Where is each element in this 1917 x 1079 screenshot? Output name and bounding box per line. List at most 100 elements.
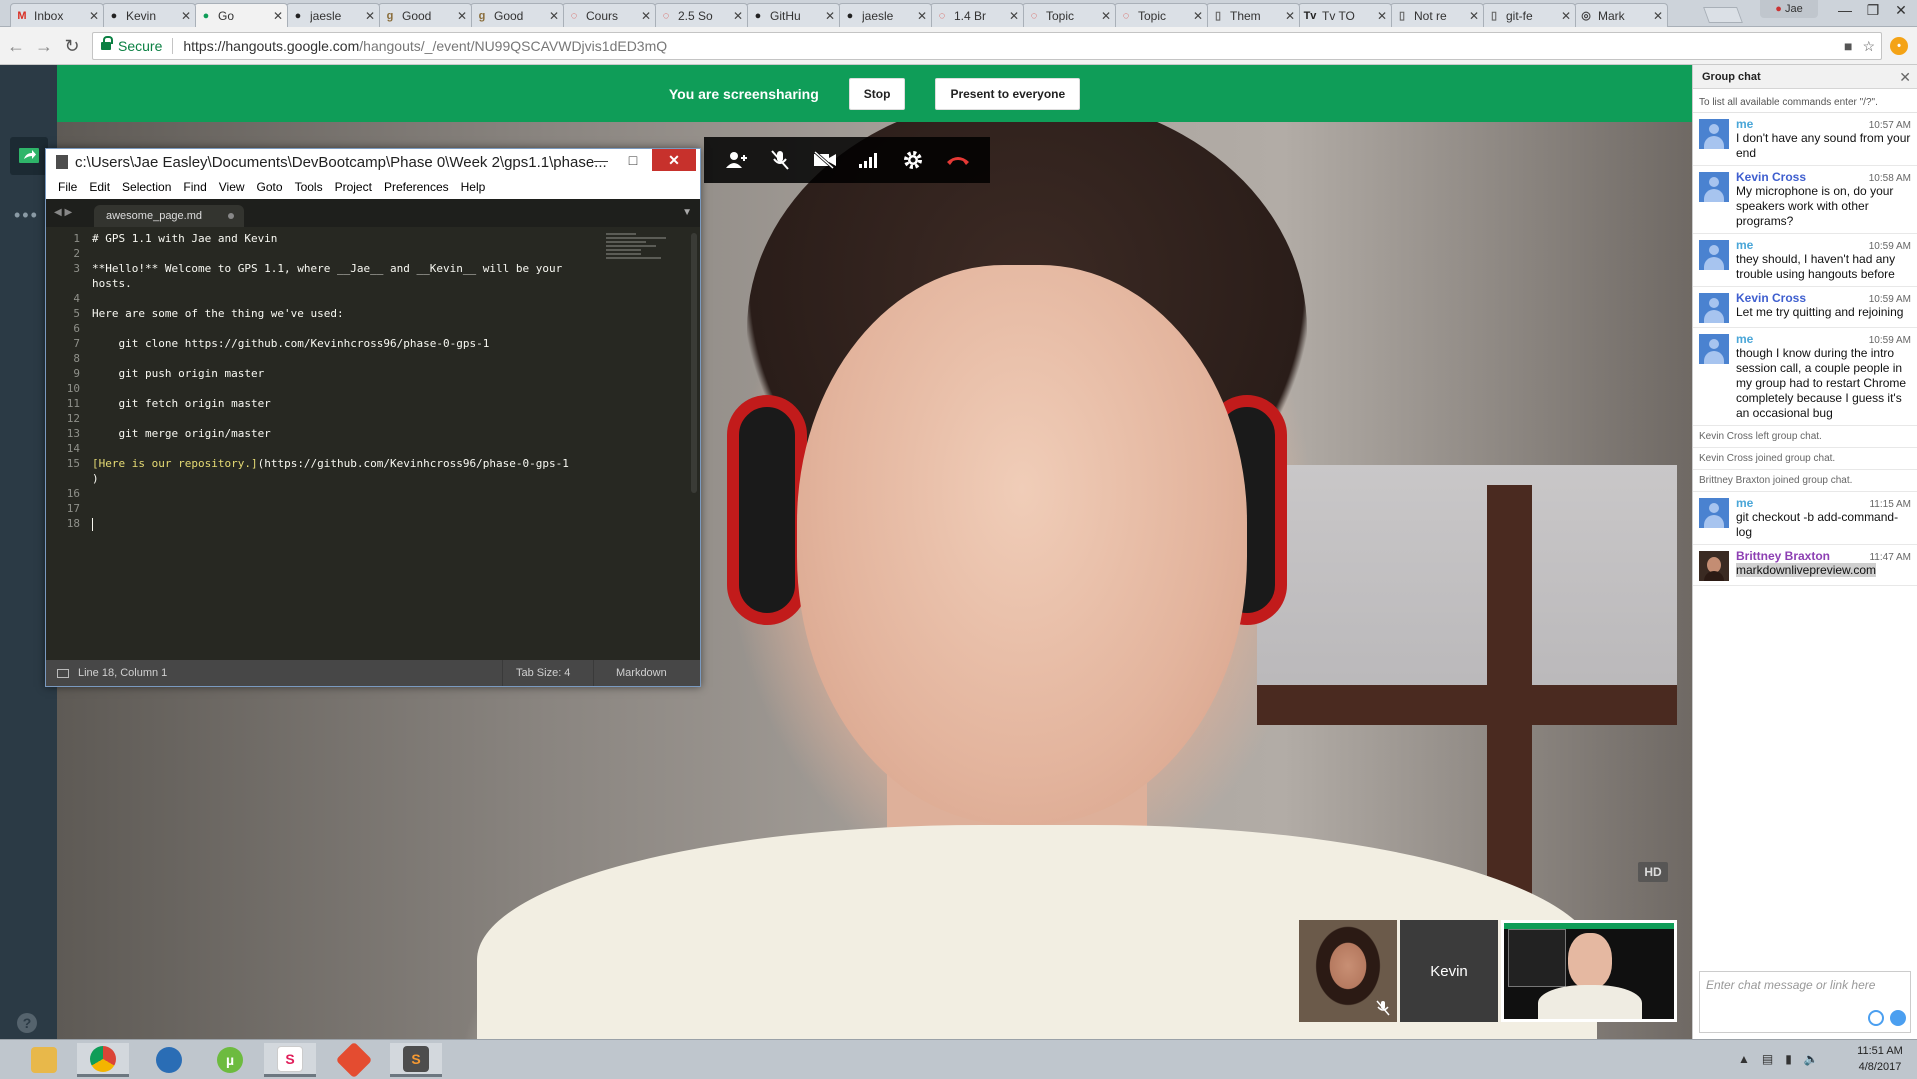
editor-menu-find[interactable]: Find — [177, 180, 212, 194]
browser-tab[interactable]: ▯ Not re ✕ — [1390, 3, 1484, 27]
browser-tab[interactable]: ▯ git-fe ✕ — [1482, 3, 1576, 27]
browser-tab[interactable]: ● Kevin ✕ — [102, 3, 196, 27]
browser-tab[interactable]: ◌ Topic ✕ — [1022, 3, 1116, 27]
editor-scrollbar[interactable] — [691, 233, 697, 493]
tab-size-selector[interactable]: Tab Size: 4 — [502, 660, 570, 686]
screenshare-toggle-button[interactable] — [10, 137, 48, 175]
taskbar-chrome[interactable] — [77, 1043, 129, 1077]
browser-tab[interactable]: Tv Tv TO ✕ — [1298, 3, 1392, 27]
close-window-button[interactable]: ✕ — [1884, 0, 1917, 20]
unsaved-dot-icon[interactable] — [228, 213, 234, 219]
syntax-selector[interactable]: Markdown — [593, 660, 667, 686]
editor-title-bar[interactable]: c:\Users\Jae Easley\Documents\DevBootcam… — [46, 149, 700, 175]
editor-close-button[interactable]: ✕ — [652, 149, 696, 171]
close-tab-icon[interactable]: ✕ — [181, 9, 191, 23]
close-tab-icon[interactable]: ✕ — [1101, 9, 1111, 23]
editor-menu-selection[interactable]: Selection — [116, 180, 177, 194]
close-tab-icon[interactable]: ✕ — [273, 9, 283, 23]
present-to-everyone-button[interactable]: Present to everyone — [935, 77, 1081, 110]
browser-tab[interactable]: ◌ 2.5 So ✕ — [654, 3, 748, 27]
editor-menu-preferences[interactable]: Preferences — [378, 180, 455, 194]
forward-button[interactable]: → — [32, 35, 56, 57]
taskbar-clock[interactable]: 11:51 AM 4/8/2017 — [1850, 1043, 1910, 1075]
close-tab-icon[interactable]: ✕ — [549, 9, 559, 23]
code-content[interactable]: # GPS 1.1 with Jae and Kevin **Hello!** … — [92, 231, 569, 531]
close-tab-icon[interactable]: ✕ — [89, 9, 99, 23]
close-tab-icon[interactable]: ✕ — [1377, 9, 1387, 23]
wifi-signal-icon[interactable]: ▮ — [1785, 1052, 1792, 1066]
browser-tab[interactable]: ● jaesle ✕ — [838, 3, 932, 27]
volume-icon[interactable]: 🔈 — [1804, 1052, 1819, 1066]
tab-nav-arrows-icon[interactable]: ◀ ▶ — [54, 207, 72, 218]
network-icon[interactable]: ▤ — [1762, 1052, 1773, 1066]
editor-menu-goto[interactable]: Goto — [251, 180, 289, 194]
editor-menu-project[interactable]: Project — [329, 180, 378, 194]
editor-minimize-button[interactable]: — — [586, 149, 616, 171]
browser-tab[interactable]: M Inbox ✕ — [10, 3, 104, 27]
show-hidden-icons-icon[interactable]: ▲ — [1738, 1052, 1750, 1066]
close-tab-icon[interactable]: ✕ — [1561, 9, 1571, 23]
camera-icon[interactable]: ■ — [1844, 38, 1852, 55]
close-chat-icon[interactable]: ✕ — [1899, 69, 1911, 86]
editor-menu-file[interactable]: File — [52, 180, 83, 194]
browser-tab[interactable]: ● jaesle ✕ — [286, 3, 380, 27]
taskbar-file-explorer[interactable] — [18, 1043, 70, 1077]
browser-tab[interactable]: ◎ Mark ✕ — [1574, 3, 1668, 27]
browser-tab[interactable]: g Good ✕ — [378, 3, 472, 27]
close-tab-icon[interactable]: ✕ — [457, 9, 467, 23]
browser-tab[interactable]: ▯ Them ✕ — [1206, 3, 1300, 27]
browser-tab[interactable]: ◌ 1.4 Br ✕ — [930, 3, 1024, 27]
chat-message-input[interactable]: Enter chat message or link here — [1699, 971, 1911, 1033]
editor-text-area[interactable]: 1 2 3 4 5 6 7 8 9 10 11 12 13 14 15 16 17 18 # GPS 1.1 wi… — [46, 227, 700, 660]
chat-link[interactable]: markdownlivepreview.com — [1736, 563, 1877, 577]
emoji-icon[interactable] — [1868, 1010, 1884, 1026]
mute-microphone-icon[interactable] — [767, 147, 793, 173]
hd-quality-badge[interactable]: HD — [1638, 862, 1668, 882]
more-options-icon[interactable]: ••• — [14, 205, 39, 226]
browser-tab[interactable]: g Good ✕ — [470, 3, 564, 27]
address-bar[interactable]: Secure https://hangouts.google.com/hango… — [92, 32, 1882, 60]
hang-up-icon[interactable] — [945, 147, 971, 173]
close-tab-icon[interactable]: ✕ — [733, 9, 743, 23]
browser-tab[interactable]: ● GitHu ✕ — [746, 3, 840, 27]
editor-menu-help[interactable]: Help — [455, 180, 492, 194]
editor-maximize-button[interactable]: □ — [618, 149, 648, 171]
browser-tab[interactable]: ◌ Cours ✕ — [562, 3, 656, 27]
profile-button[interactable]: ● Jae — [1760, 0, 1818, 18]
browser-tab[interactable]: ◌ Topic ✕ — [1114, 3, 1208, 27]
avatar[interactable] — [1699, 334, 1729, 364]
participant-thumbnail-1[interactable] — [1299, 920, 1397, 1022]
settings-gear-icon[interactable] — [900, 147, 926, 173]
browser-tab[interactable]: ● Go ✕ — [194, 3, 288, 27]
avatar[interactable] — [1699, 293, 1729, 323]
drive-attach-icon[interactable] — [1890, 1010, 1906, 1026]
bookmark-star-icon[interactable]: ☆ — [1862, 38, 1875, 55]
avatar[interactable] — [1699, 240, 1729, 270]
panel-toggle-icon[interactable] — [57, 668, 69, 678]
avatar[interactable] — [1699, 119, 1729, 149]
help-icon[interactable]: ? — [17, 1013, 37, 1033]
invite-people-icon[interactable] — [723, 147, 749, 173]
taskbar-utorrent[interactable]: µ — [204, 1043, 256, 1077]
taskbar-sublime[interactable]: S — [390, 1043, 442, 1077]
tab-dropdown-icon[interactable]: ▼ — [682, 207, 692, 218]
close-tab-icon[interactable]: ✕ — [1193, 9, 1203, 23]
participant-thumbnail-kevin[interactable]: Kevin — [1400, 920, 1498, 1022]
editor-menu-view[interactable]: View — [213, 180, 251, 194]
close-tab-icon[interactable]: ✕ — [1285, 9, 1295, 23]
stop-sharing-button[interactable]: Stop — [848, 77, 906, 110]
close-tab-icon[interactable]: ✕ — [1653, 9, 1663, 23]
taskbar-git[interactable] — [328, 1041, 380, 1079]
editor-tab-awesome-page[interactable]: awesome_page.md — [94, 205, 244, 227]
editor-menu-edit[interactable]: Edit — [83, 180, 116, 194]
close-tab-icon[interactable]: ✕ — [917, 9, 927, 23]
camera-off-icon[interactable] — [812, 147, 838, 173]
close-tab-icon[interactable]: ✕ — [825, 9, 835, 23]
close-tab-icon[interactable]: ✕ — [641, 9, 651, 23]
close-tab-icon[interactable]: ✕ — [365, 9, 375, 23]
taskbar-slack[interactable]: S — [264, 1043, 316, 1077]
new-tab-button[interactable] — [1703, 7, 1743, 23]
close-tab-icon[interactable]: ✕ — [1009, 9, 1019, 23]
taskbar-globe[interactable] — [143, 1043, 195, 1077]
avatar[interactable] — [1699, 498, 1729, 528]
